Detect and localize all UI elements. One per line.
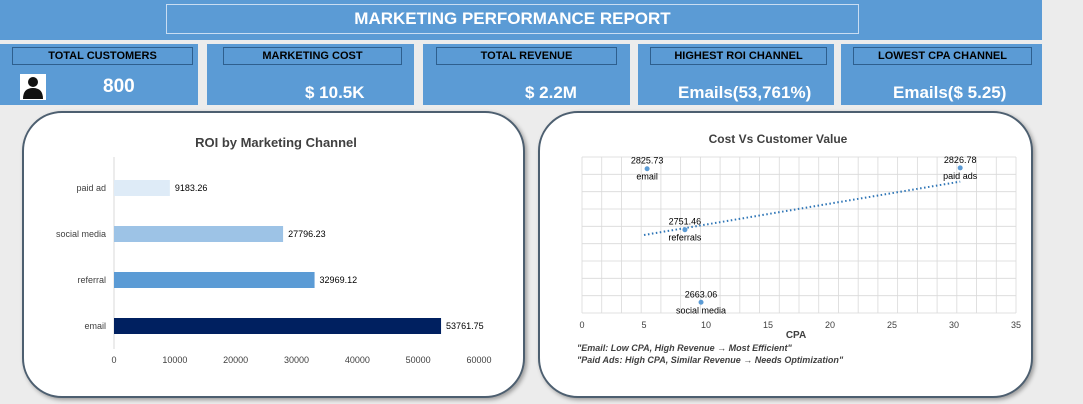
category-label: social media [56, 229, 106, 239]
x-tick-label: 0 [579, 320, 584, 330]
kpi-value: $ 2.2M [525, 83, 577, 102]
x-axis-label: CPA [786, 330, 806, 341]
kpi-title: LOWEST CPA CHANNEL [853, 47, 1032, 65]
point-referrals [682, 227, 688, 233]
kpi-title: TOTAL REVENUE [436, 47, 617, 65]
kpi-card-marketing-cost: MARKETING COST $ 10.5K [207, 44, 414, 105]
point-category-label: email [636, 172, 658, 182]
x-tick-label: 25 [887, 320, 897, 330]
x-tick-label: 60000 [466, 355, 491, 365]
kpi-value: $ 10.5K [305, 83, 365, 102]
x-tick-label: 20000 [223, 355, 248, 365]
point-category-label: social media [676, 305, 726, 315]
data-label: 9183.26 [175, 183, 208, 193]
category-label: referral [77, 275, 106, 285]
cost-vs-value-scatter-chart: Cost Vs Customer Value CPA "Email: Low C… [577, 132, 1021, 365]
kpi-card-total-customers: TOTAL CUSTOMERS 800 [0, 44, 198, 105]
kpi-card-highest-roi: HIGHEST ROI CHANNEL Emails(53,761%) [638, 44, 834, 105]
point-category-label: referrals [668, 233, 702, 243]
x-tick-label: 20 [825, 320, 835, 330]
x-tick-label: 15 [763, 320, 773, 330]
roi-bar-chart: ROI by Marketing Channel paid ad 9183.26 s… [56, 135, 492, 365]
point-value-label: 2826.78 [944, 155, 977, 165]
header-band: MARKETING PERFORMANCE REPORT [0, 0, 1042, 40]
point-paid-ads [957, 165, 963, 171]
bar-email [114, 318, 442, 334]
kpi-value: 800 [103, 76, 135, 97]
category-label: paid ad [76, 183, 106, 193]
kpi-value: Emails(53,761%) [678, 83, 812, 102]
x-tick-label: 30000 [284, 355, 309, 365]
kpi-value: Emails($ 5.25) [893, 83, 1007, 102]
point-value-label: 2663.06 [685, 289, 718, 299]
chart-title: Cost Vs Customer Value [709, 132, 848, 146]
data-label: 53761.75 [446, 321, 484, 331]
kpi-title: TOTAL CUSTOMERS [12, 47, 193, 65]
trendline [643, 180, 961, 236]
x-tick-label: 10 [701, 320, 711, 330]
x-tick-label: 30 [949, 320, 959, 330]
x-tick-label: 0 [111, 355, 116, 365]
point-category-label: paid ads [943, 171, 978, 181]
person-icon [20, 74, 46, 100]
x-tick-label: 5 [641, 320, 646, 330]
data-label: 27796.23 [288, 229, 326, 239]
bar-social-media [114, 226, 284, 242]
chart-title: ROI by Marketing Channel [195, 135, 357, 150]
kpi-title: MARKETING COST [223, 47, 402, 65]
kpi-card-total-revenue: TOTAL REVENUE $ 2.2M [423, 44, 630, 105]
annotation-paid-ads: "Paid Ads: High CPA, Similar Revenue → N… [577, 355, 844, 365]
point-email [644, 166, 650, 172]
report-title: MARKETING PERFORMANCE REPORT [166, 4, 859, 34]
category-label: email [84, 321, 106, 331]
kpi-card-lowest-cpa: LOWEST CPA CHANNEL Emails($ 5.25) [841, 44, 1042, 105]
point-value-label: 2825.73 [631, 156, 664, 166]
annotation-email: "Email: Low CPA, High Revenue → Most Eff… [577, 343, 792, 353]
data-label: 32969.12 [320, 275, 358, 285]
kpi-title: HIGHEST ROI CHANNEL [650, 47, 827, 65]
bar-referral [114, 272, 315, 288]
x-tick-label: 35 [1011, 320, 1021, 330]
x-tick-label: 40000 [345, 355, 370, 365]
x-tick-label: 50000 [406, 355, 431, 365]
roi-chart-panel: ROI by Marketing Channel paid ad 9183.26 s… [22, 111, 525, 398]
scatter-chart-panel: Cost Vs Customer Value CPA "Email: Low C… [538, 111, 1033, 398]
bar-paid-ad [114, 180, 170, 196]
x-tick-label: 10000 [162, 355, 187, 365]
point-value-label: 2751.46 [669, 217, 702, 227]
point-social-media [698, 299, 704, 305]
